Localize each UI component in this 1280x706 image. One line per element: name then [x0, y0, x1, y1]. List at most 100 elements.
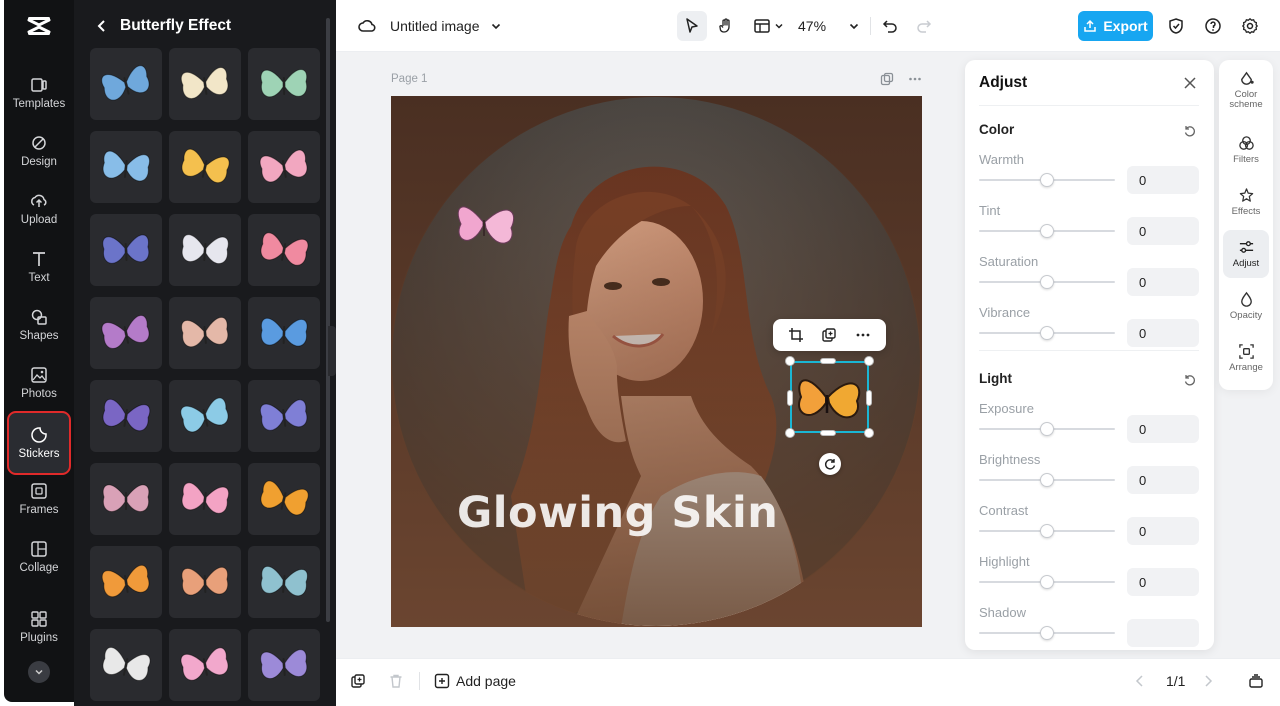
duplicate-page-icon[interactable] [880, 72, 894, 86]
export-button[interactable]: Export [1078, 11, 1153, 41]
sticker-item[interactable] [90, 380, 162, 452]
resize-handle-sw[interactable] [785, 428, 795, 438]
tool-filters[interactable]: Filters [1223, 126, 1269, 174]
capcut-logo-icon[interactable] [26, 14, 52, 38]
crop-icon[interactable] [788, 327, 804, 343]
adjust-value-input[interactable]: 0 [1127, 268, 1199, 296]
layout-menu-button[interactable] [748, 11, 788, 41]
tool-effects[interactable]: Effects [1223, 178, 1269, 226]
rail-item-shapes[interactable]: Shapes [8, 298, 70, 352]
rail-item-design[interactable]: Design [8, 124, 70, 178]
sticker-item[interactable] [90, 131, 162, 203]
adjust-value-input[interactable] [1127, 619, 1199, 647]
tool-color-scheme[interactable]: Color scheme [1223, 66, 1269, 114]
sticker-item[interactable] [169, 629, 241, 701]
adjust-slider-knob[interactable] [1040, 326, 1054, 340]
resize-handle-ne[interactable] [864, 356, 874, 366]
adjust-value-input[interactable]: 0 [1127, 466, 1199, 494]
settings-button[interactable] [1238, 11, 1262, 41]
sticker-item[interactable] [248, 629, 320, 701]
reset-icon[interactable] [1183, 124, 1197, 138]
sticker-item[interactable] [169, 380, 241, 452]
resize-handle-se[interactable] [864, 428, 874, 438]
reset-icon[interactable] [1183, 373, 1197, 387]
sticker-item[interactable] [90, 48, 162, 120]
rotate-handle[interactable] [819, 453, 841, 475]
sticker-item[interactable] [90, 546, 162, 618]
select-tool-button[interactable] [677, 11, 707, 41]
zoom-menu[interactable]: 47% [798, 11, 860, 41]
delete-page-button[interactable] [388, 671, 404, 691]
sticker-item[interactable] [248, 297, 320, 369]
back-arrow-icon[interactable] [94, 18, 110, 34]
sticker-item[interactable] [169, 48, 241, 120]
selection-box[interactable] [790, 361, 869, 433]
adjust-slider-knob[interactable] [1040, 422, 1054, 436]
sticker-item[interactable] [169, 463, 241, 535]
sticker-item[interactable] [248, 463, 320, 535]
rail-item-text[interactable]: Text [8, 240, 70, 294]
more-options-icon[interactable] [855, 327, 871, 343]
document-title-menu[interactable]: Untitled image [390, 11, 510, 41]
adjust-slider-knob[interactable] [1040, 224, 1054, 238]
adjust-value-input[interactable]: 0 [1127, 415, 1199, 443]
help-button[interactable] [1201, 11, 1225, 41]
adjust-value-input[interactable]: 0 [1127, 166, 1199, 194]
adjust-slider-knob[interactable] [1040, 473, 1054, 487]
hand-tool-button[interactable] [711, 11, 741, 41]
tool-arrange[interactable]: Arrange [1223, 334, 1269, 382]
sticker-item[interactable] [248, 380, 320, 452]
collapse-rail-button[interactable] [28, 661, 50, 683]
more-options-icon[interactable] [908, 72, 922, 86]
rail-item-photos[interactable]: Photos [8, 356, 70, 410]
adjust-value-input[interactable]: 0 [1127, 517, 1199, 545]
resize-handle-w[interactable] [787, 390, 793, 406]
sticker-item[interactable] [90, 297, 162, 369]
sticker-item[interactable] [169, 214, 241, 286]
adjust-slider-knob[interactable] [1040, 524, 1054, 538]
close-icon[interactable] [1183, 76, 1197, 90]
add-page-button[interactable]: Add page [434, 671, 516, 691]
sticker-item[interactable] [169, 297, 241, 369]
tool-opacity[interactable]: Opacity [1223, 282, 1269, 330]
adjust-slider-knob[interactable] [1040, 575, 1054, 589]
previous-page-button[interactable] [1132, 671, 1148, 691]
rail-item-upload[interactable]: Upload [8, 182, 70, 236]
shield-button[interactable] [1164, 11, 1188, 41]
panel-scrollbar[interactable] [326, 18, 330, 622]
duplicate-page-button[interactable] [350, 671, 366, 691]
resize-handle-n[interactable] [820, 358, 836, 364]
page-manager-button[interactable] [1248, 671, 1264, 691]
rail-item-plugins[interactable]: Plugins [8, 600, 70, 654]
redo-button[interactable] [912, 11, 936, 41]
adjust-slider-knob[interactable] [1040, 173, 1054, 187]
sticker-item[interactable] [90, 463, 162, 535]
sticker-item[interactable] [169, 131, 241, 203]
rail-item-frames[interactable]: Frames [8, 472, 70, 526]
sticker-item[interactable] [169, 546, 241, 618]
adjust-value-input[interactable]: 0 [1127, 568, 1199, 596]
resize-handle-e[interactable] [866, 390, 872, 406]
undo-button[interactable] [878, 11, 902, 41]
rail-item-templates[interactable]: Templates [8, 66, 70, 120]
resize-handle-s[interactable] [820, 430, 836, 436]
sticker-item[interactable] [90, 629, 162, 701]
rail-item-stickers[interactable]: Stickers [7, 411, 71, 475]
adjust-value-input[interactable]: 0 [1127, 319, 1199, 347]
rail-item-collage[interactable]: Collage [8, 530, 70, 584]
sticker-item[interactable] [248, 48, 320, 120]
panel-collapse-handle[interactable] [328, 326, 336, 376]
sticker-item[interactable] [248, 131, 320, 203]
sticker-item[interactable] [248, 546, 320, 618]
adjust-value-input[interactable]: 0 [1127, 217, 1199, 245]
sticker-item[interactable] [248, 214, 320, 286]
headline-text[interactable]: Glowing Skin [457, 488, 778, 538]
adjust-slider-knob[interactable] [1040, 275, 1054, 289]
duplicate-icon[interactable] [821, 327, 837, 343]
next-page-button[interactable] [1200, 671, 1216, 691]
resize-handle-nw[interactable] [785, 356, 795, 366]
cloud-save-button[interactable] [354, 11, 380, 41]
tool-adjust[interactable]: Adjust [1223, 230, 1269, 278]
adjust-slider-knob[interactable] [1040, 626, 1054, 640]
sticker-item[interactable] [90, 214, 162, 286]
